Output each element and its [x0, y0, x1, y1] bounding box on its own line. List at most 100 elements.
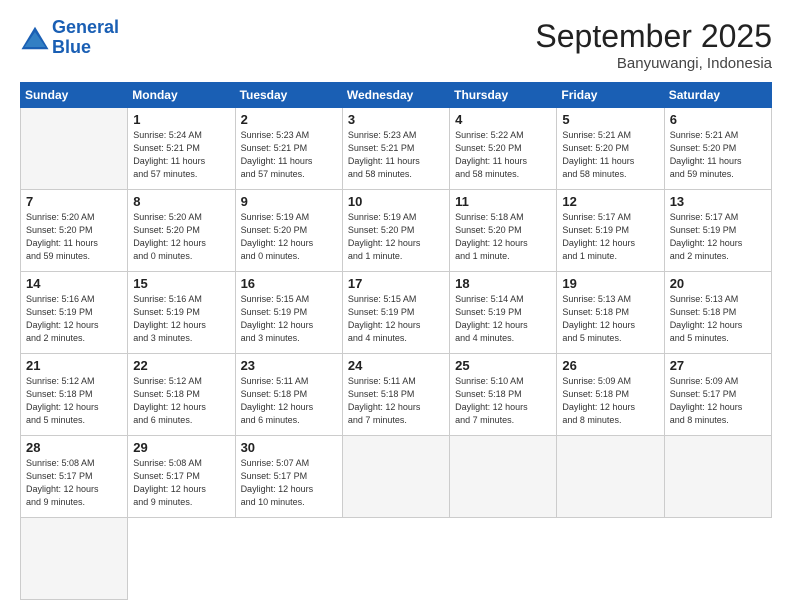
day-number: 19: [562, 276, 658, 291]
calendar-row: 1 Sunrise: 5:24 AM Sunset: 5:21 PM Daylig…: [21, 108, 772, 190]
day-number: 24: [348, 358, 444, 373]
header: General Blue September 2025 Banyuwangi, …: [20, 18, 772, 72]
day-number: 28: [26, 440, 122, 455]
table-row: 16Sunrise: 5:15 AM Sunset: 5:19 PM Dayli…: [235, 272, 342, 354]
day-number: 21: [26, 358, 122, 373]
day-info: Sunrise: 5:18 AM Sunset: 5:20 PM Dayligh…: [455, 211, 551, 263]
day-number: 26: [562, 358, 658, 373]
table-row: 9Sunrise: 5:19 AM Sunset: 5:20 PM Daylig…: [235, 190, 342, 272]
table-row: 22 Sunrise: 5:12 AM Sunset: 5:18 PM Dayli…: [128, 354, 235, 436]
day-info: Sunrise: 5:16 AM Sunset: 5:19 PM Dayligh…: [133, 293, 229, 345]
logo: General Blue: [20, 18, 119, 58]
calendar-row: 28 Sunrise: 5:08 AM Sunset: 5:17 PM Dayli…: [21, 436, 772, 518]
day-info: Sunrise: 5:20 AM Sunset: 5:20 PM Dayligh…: [133, 211, 229, 263]
table-row: 25 Sunrise: 5:10 AM Sunset: 5:18 PM Dayli…: [450, 354, 557, 436]
table-row: [21, 518, 128, 600]
table-row: 17Sunrise: 5:15 AM Sunset: 5:19 PM Dayli…: [342, 272, 449, 354]
day-info: Sunrise: 5:23 AM Sunset: 5:21 PM Dayligh…: [348, 129, 444, 181]
day-info: Sunrise: 5:10 AM Sunset: 5:18 PM Dayligh…: [455, 375, 551, 427]
day-info: Sunrise: 5:19 AM Sunset: 5:20 PM Dayligh…: [241, 211, 337, 263]
day-info: Sunrise: 5:17 AM Sunset: 5:19 PM Dayligh…: [670, 211, 766, 263]
table-row: 10 Sunrise: 5:19 AM Sunset: 5:20 PM Dayli…: [342, 190, 449, 272]
table-row: 2 Sunrise: 5:23 AM Sunset: 5:21 PM Daylig…: [235, 108, 342, 190]
day-info: Sunrise: 5:19 AM Sunset: 5:20 PM Dayligh…: [348, 211, 444, 263]
calendar-row: 21 Sunrise: 5:12 AM Sunset: 5:18 PM Dayli…: [21, 354, 772, 436]
table-row: 27Sunrise: 5:09 AM Sunset: 5:17 PM Dayli…: [664, 354, 771, 436]
day-number: 4: [455, 112, 551, 127]
table-row: [664, 436, 771, 518]
day-number: 20: [670, 276, 766, 291]
day-number: 30: [241, 440, 337, 455]
day-info: Sunrise: 5:11 AM Sunset: 5:18 PM Dayligh…: [348, 375, 444, 427]
table-row: [21, 108, 128, 190]
day-number: 10: [348, 194, 444, 209]
table-row: 26Sunrise: 5:09 AM Sunset: 5:18 PM Dayli…: [557, 354, 664, 436]
table-row: 5 Sunrise: 5:21 AM Sunset: 5:20 PM Daylig…: [557, 108, 664, 190]
calendar-table: Sunday Monday Tuesday Wednesday Thursday…: [20, 82, 772, 600]
day-number: 2: [241, 112, 337, 127]
day-info: Sunrise: 5:12 AM Sunset: 5:18 PM Dayligh…: [26, 375, 122, 427]
table-row: 8 Sunrise: 5:20 AM Sunset: 5:20 PM Daylig…: [128, 190, 235, 272]
day-info: Sunrise: 5:23 AM Sunset: 5:21 PM Dayligh…: [241, 129, 337, 181]
day-number: 5: [562, 112, 658, 127]
subtitle: Banyuwangi, Indonesia: [535, 55, 772, 72]
day-info: Sunrise: 5:13 AM Sunset: 5:18 PM Dayligh…: [562, 293, 658, 345]
day-number: 1: [133, 112, 229, 127]
day-info: Sunrise: 5:22 AM Sunset: 5:20 PM Dayligh…: [455, 129, 551, 181]
table-row: 6 Sunrise: 5:21 AM Sunset: 5:20 PM Daylig…: [664, 108, 771, 190]
table-row: 13 Sunrise: 5:17 AM Sunset: 5:19 PM Dayli…: [664, 190, 771, 272]
table-row: 18 Sunrise: 5:14 AM Sunset: 5:19 PM Dayli…: [450, 272, 557, 354]
day-number: 23: [241, 358, 337, 373]
day-number: 15: [133, 276, 229, 291]
table-row: 28 Sunrise: 5:08 AM Sunset: 5:17 PM Dayli…: [21, 436, 128, 518]
table-row: 15 Sunrise: 5:16 AM Sunset: 5:19 PM Dayli…: [128, 272, 235, 354]
day-info: Sunrise: 5:16 AM Sunset: 5:19 PM Dayligh…: [26, 293, 122, 345]
day-number: 27: [670, 358, 766, 373]
day-info: Sunrise: 5:08 AM Sunset: 5:17 PM Dayligh…: [133, 457, 229, 509]
day-number: 6: [670, 112, 766, 127]
calendar-page: General Blue September 2025 Banyuwangi, …: [0, 0, 792, 612]
table-row: [450, 436, 557, 518]
day-number: 8: [133, 194, 229, 209]
header-tuesday: Tuesday: [235, 83, 342, 108]
day-info: Sunrise: 5:13 AM Sunset: 5:18 PM Dayligh…: [670, 293, 766, 345]
header-saturday: Saturday: [664, 83, 771, 108]
table-row: [557, 436, 664, 518]
table-row: 11 Sunrise: 5:18 AM Sunset: 5:20 PM Dayli…: [450, 190, 557, 272]
table-row: 21 Sunrise: 5:12 AM Sunset: 5:18 PM Dayli…: [21, 354, 128, 436]
calendar-row: 7 Sunrise: 5:20 AM Sunset: 5:20 PM Daylig…: [21, 190, 772, 272]
day-info: Sunrise: 5:24 AM Sunset: 5:21 PM Dayligh…: [133, 129, 229, 181]
table-row: 7 Sunrise: 5:20 AM Sunset: 5:20 PM Daylig…: [21, 190, 128, 272]
day-number: 13: [670, 194, 766, 209]
table-row: [342, 436, 449, 518]
day-number: 29: [133, 440, 229, 455]
title-block: September 2025 Banyuwangi, Indonesia: [535, 18, 772, 72]
header-thursday: Thursday: [450, 83, 557, 108]
day-info: Sunrise: 5:07 AM Sunset: 5:17 PM Dayligh…: [241, 457, 337, 509]
day-number: 18: [455, 276, 551, 291]
day-number: 25: [455, 358, 551, 373]
table-row: 29 Sunrise: 5:08 AM Sunset: 5:17 PM Dayli…: [128, 436, 235, 518]
day-info: Sunrise: 5:21 AM Sunset: 5:20 PM Dayligh…: [670, 129, 766, 181]
day-info: Sunrise: 5:21 AM Sunset: 5:20 PM Dayligh…: [562, 129, 658, 181]
day-number: 22: [133, 358, 229, 373]
logo-line2: Blue: [52, 38, 119, 58]
day-info: Sunrise: 5:20 AM Sunset: 5:20 PM Dayligh…: [26, 211, 122, 263]
day-number: 7: [26, 194, 122, 209]
day-number: 17: [348, 276, 444, 291]
calendar-row: [21, 518, 772, 600]
table-row: 20 Sunrise: 5:13 AM Sunset: 5:18 PM Dayli…: [664, 272, 771, 354]
table-row: 30 Sunrise: 5:07 AM Sunset: 5:17 PM Dayli…: [235, 436, 342, 518]
day-info: Sunrise: 5:08 AM Sunset: 5:17 PM Dayligh…: [26, 457, 122, 509]
calendar-row: 14Sunrise: 5:16 AM Sunset: 5:19 PM Dayli…: [21, 272, 772, 354]
day-info: Sunrise: 5:11 AM Sunset: 5:18 PM Dayligh…: [241, 375, 337, 427]
header-sunday: Sunday: [21, 83, 128, 108]
header-friday: Friday: [557, 83, 664, 108]
day-number: 11: [455, 194, 551, 209]
logo-line1: General: [52, 18, 119, 38]
day-number: 12: [562, 194, 658, 209]
day-number: 16: [241, 276, 337, 291]
day-info: Sunrise: 5:14 AM Sunset: 5:19 PM Dayligh…: [455, 293, 551, 345]
day-info: Sunrise: 5:12 AM Sunset: 5:18 PM Dayligh…: [133, 375, 229, 427]
header-wednesday: Wednesday: [342, 83, 449, 108]
